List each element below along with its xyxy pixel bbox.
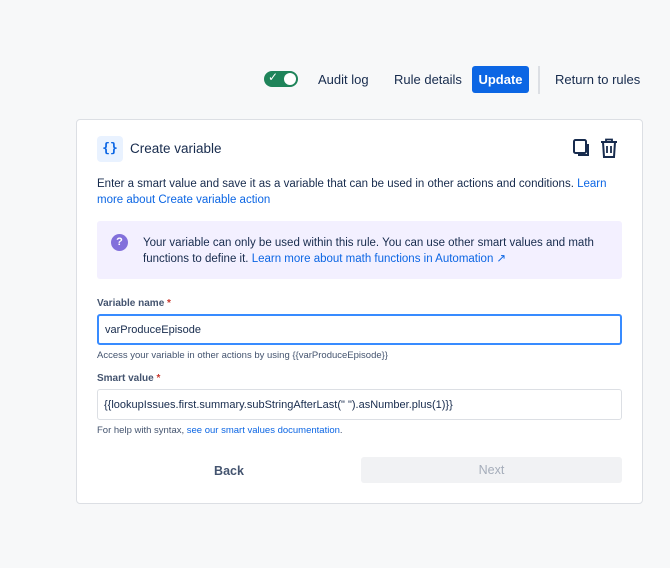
audit-log-button[interactable]: Audit log (318, 72, 369, 87)
description-text: Enter a smart value and save it as a var… (97, 178, 578, 190)
smart-value-label: Smart value * (97, 373, 160, 384)
check-icon: ✓ (268, 70, 279, 84)
smart-values-docs-link[interactable]: see our smart values documentation (187, 425, 340, 436)
panel-description: Enter a smart value and save it as a var… (97, 176, 617, 208)
question-icon: ? (111, 234, 128, 251)
return-to-rules-button[interactable]: Return to rules (555, 72, 640, 87)
required-asterisk: * (167, 298, 171, 309)
toggle-knob (284, 73, 296, 85)
toolbar-divider (538, 66, 540, 94)
panel-title: Create variable (130, 141, 222, 156)
delete-button[interactable] (599, 137, 619, 159)
info-banner: ? Your variable can only be used within … (97, 221, 622, 279)
math-functions-docs-link[interactable]: Learn more about math functions in Autom… (252, 253, 506, 265)
rule-enabled-toggle[interactable]: ✓ (264, 70, 298, 87)
rule-toolbar: ✓ Audit log Rule details Update Return t… (0, 66, 670, 94)
rule-details-button[interactable]: Rule details (394, 72, 462, 87)
back-button[interactable]: Back (174, 457, 284, 485)
curly-braces-icon: {} (97, 136, 123, 162)
variable-name-help: Access your variable in other actions by… (97, 350, 388, 361)
next-button[interactable]: Next (361, 457, 622, 483)
duplicate-button[interactable] (572, 137, 592, 159)
create-variable-panel: {} Create variable Enter a smart value a… (76, 119, 643, 504)
smart-value-help-end: . (339, 425, 343, 436)
smart-value-input[interactable] (97, 389, 622, 420)
required-asterisk: * (156, 373, 161, 384)
update-button[interactable]: Update (472, 66, 529, 93)
info-banner-text: Your variable can only be used within th… (143, 235, 613, 267)
variable-name-label: Variable name * (97, 298, 171, 309)
variable-name-label-text: Variable name (97, 298, 165, 309)
smart-value-label-text: Smart value (97, 373, 154, 384)
variable-name-input[interactable] (97, 314, 622, 345)
copy-icon (573, 139, 589, 156)
smart-value-help-text: For help with syntax, (97, 425, 187, 436)
trash-icon (601, 138, 617, 158)
smart-value-help: For help with syntax, see our smart valu… (97, 425, 343, 436)
